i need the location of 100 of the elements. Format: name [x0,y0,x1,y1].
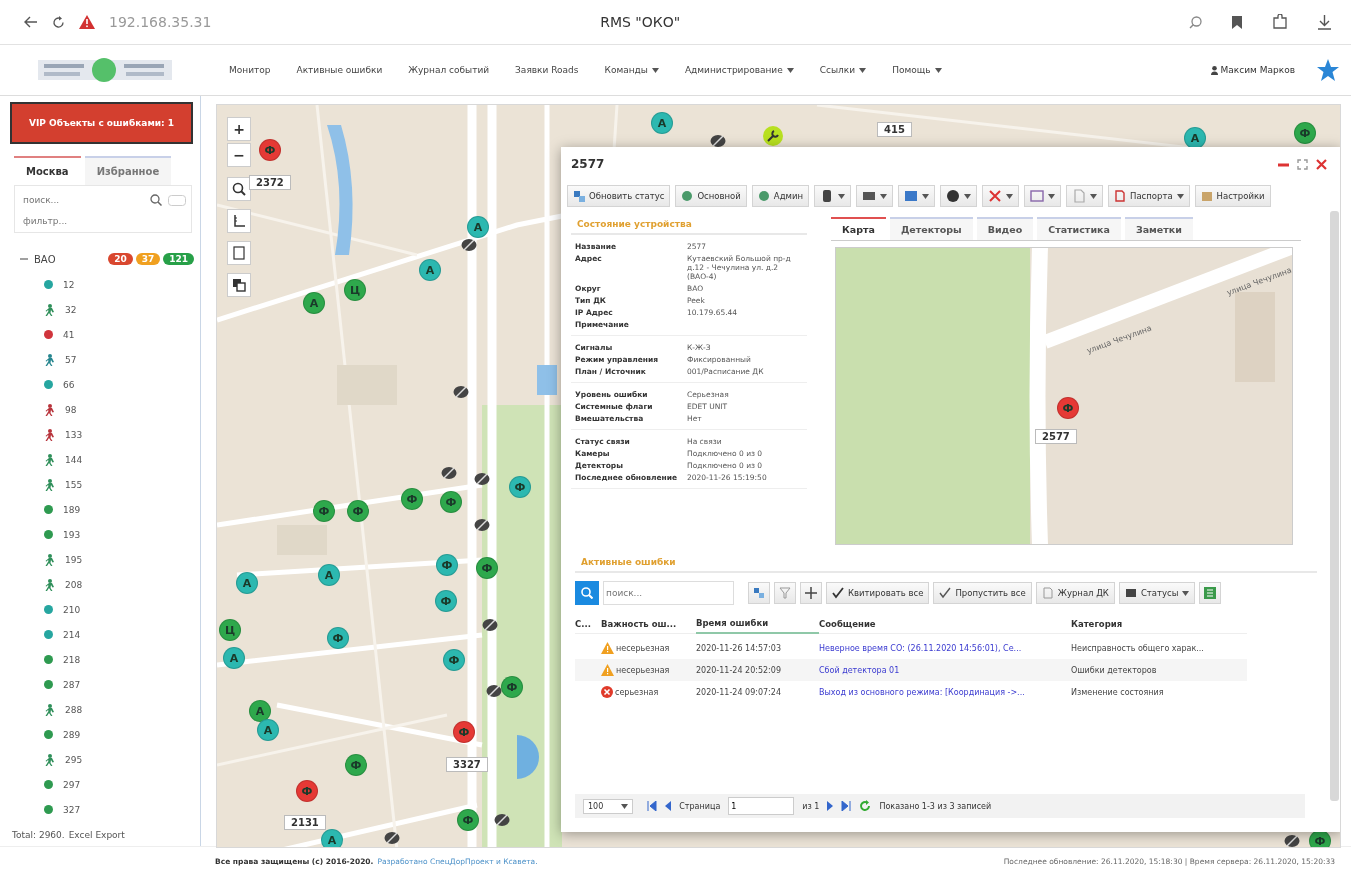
map-marker[interactable]: А [321,829,343,847]
square-button[interactable] [227,241,251,265]
object-number[interactable]: 287 [63,679,81,690]
zoom-in-button[interactable]: + [227,117,251,141]
toolbar-button[interactable]: Настройки [1194,185,1271,207]
close-icon[interactable] [1316,158,1327,170]
map-marker[interactable]: Ф [347,500,369,522]
nav-menu-item[interactable]: Монитор [216,65,284,75]
toolbar-button[interactable]: Паспорта [1108,185,1190,207]
scrollbar[interactable] [1330,211,1339,801]
nav-menu-item[interactable]: Заявки Roads [502,65,592,75]
icon-button[interactable] [748,582,770,604]
map-marker[interactable]: Ф [443,649,465,671]
tab[interactable]: Заметки [1124,217,1193,240]
region-tab[interactable]: Избранное [84,156,172,185]
object-number[interactable]: 208 [65,579,83,590]
vip-alert-banner[interactable]: VIP Объекты с ошибками: 1 [10,102,193,144]
map-marker[interactable]: А [651,112,673,134]
icon-button[interactable] [800,582,822,604]
traffic-light-off-icon[interactable] [474,518,490,532]
nav-menu-item[interactable]: Помощь [879,65,955,75]
column-header[interactable]: Время ошибки [696,614,819,634]
collapse-icon[interactable] [20,255,28,263]
map-marker[interactable]: Ф [1294,122,1316,144]
toolbar-button[interactable]: Журнал ДК [1035,582,1115,604]
map-marker[interactable]: А [249,700,271,722]
object-number[interactable]: 295 [65,754,83,765]
tab[interactable]: Видео [976,217,1034,240]
page-field[interactable]: 1 [728,797,795,815]
traffic-light-off-icon[interactable] [474,472,490,486]
traffic-light-off-icon[interactable] [494,813,510,827]
column-header[interactable]: С... [575,614,601,634]
object-number[interactable]: 155 [65,479,83,490]
object-number[interactable]: 57 [65,354,77,365]
tree-group-label[interactable]: ВАО [34,253,56,265]
toolbar-button[interactable]: Основной [675,185,747,207]
object-number[interactable]: 189 [63,504,81,515]
refresh-icon[interactable] [859,800,872,812]
map-marker[interactable]: А [467,216,489,238]
search-field[interactable]: поиск... [20,192,144,208]
map-marker[interactable]: Ц [344,279,366,301]
traffic-light-off-icon[interactable] [453,385,469,399]
object-number[interactable]: 133 [65,429,83,440]
back-icon[interactable] [24,16,38,28]
icon-menu-button[interactable] [814,185,851,207]
object-number[interactable]: 297 [63,779,81,790]
map-marker[interactable]: А [236,572,258,594]
message-link[interactable]: Сбой детектора 01 [819,665,900,675]
search-icon[interactable] [1189,15,1202,29]
object-number[interactable]: 218 [63,654,81,665]
map-marker[interactable]: А [419,259,441,281]
toolbar-button[interactable]: Обновить статус [567,185,671,207]
map-marker[interactable]: А [223,647,245,669]
map-marker[interactable]: Ф [313,500,335,522]
restore-icon[interactable] [1297,158,1308,170]
traffic-light-off-icon[interactable] [710,134,726,148]
nav-menu-item[interactable]: Администрирование [671,65,807,75]
logo-drawing[interactable] [38,55,172,85]
icon-menu-button[interactable] [940,185,977,207]
map-marker[interactable]: Ф [436,554,458,576]
ruler-button[interactable] [227,209,251,233]
message-link[interactable]: Неверное время СО: (26.11.2020 14:56:01), Се... [819,643,1022,653]
nav-menu-item[interactable]: Журнал событий [395,65,503,75]
toolbar-button[interactable]: Админ [751,185,809,207]
traffic-light-off-icon[interactable] [486,684,502,698]
traffic-light-off-icon[interactable] [461,238,477,252]
object-number[interactable]: 66 [63,379,75,390]
map-marker[interactable]: Ф [345,754,367,776]
traffic-light-off-icon[interactable] [384,831,400,845]
search-button[interactable] [227,177,251,201]
nav-menu-item[interactable]: Команды [591,65,672,75]
icon-button[interactable] [1199,582,1222,604]
traffic-light-off-icon[interactable] [1284,834,1300,847]
traffic-light-off-icon[interactable] [482,618,498,632]
excel-export-link[interactable]: Excel Export [68,830,125,840]
nav-menu-item[interactable]: Активные ошибки [283,65,396,75]
star-icon[interactable] [1317,59,1339,81]
icon-menu-button[interactable] [856,185,893,207]
toolbar-button[interactable]: Пропустить все [933,582,1032,604]
map-marker[interactable]: Ф [435,590,457,612]
object-number[interactable]: 144 [65,454,83,465]
map-marker[interactable]: А [1184,127,1206,149]
object-number[interactable]: 98 [65,404,77,415]
map-marker[interactable]: Ф [457,809,479,831]
last-page-icon[interactable] [841,801,852,811]
object-number[interactable]: 210 [63,604,81,615]
message-link[interactable]: Выход из основного режима: [Координация ->... [819,687,1025,697]
map-marker[interactable]: Ф [440,491,462,513]
object-number[interactable]: 195 [65,554,83,565]
search-field[interactable]: поиск... [603,581,734,605]
user-menu[interactable]: Максим Марков [1210,65,1295,75]
column-header[interactable]: Важность ош... [601,614,696,634]
map-marker[interactable]: А [257,719,279,741]
object-number[interactable]: 41 [63,329,75,340]
previous-page-icon[interactable] [665,801,672,811]
next-page-icon[interactable] [827,801,834,811]
traffic-light-off-icon[interactable] [441,466,457,480]
map-marker[interactable]: А [303,292,325,314]
object-number[interactable]: 32 [65,304,77,315]
tab[interactable]: Детекторы [889,217,973,240]
